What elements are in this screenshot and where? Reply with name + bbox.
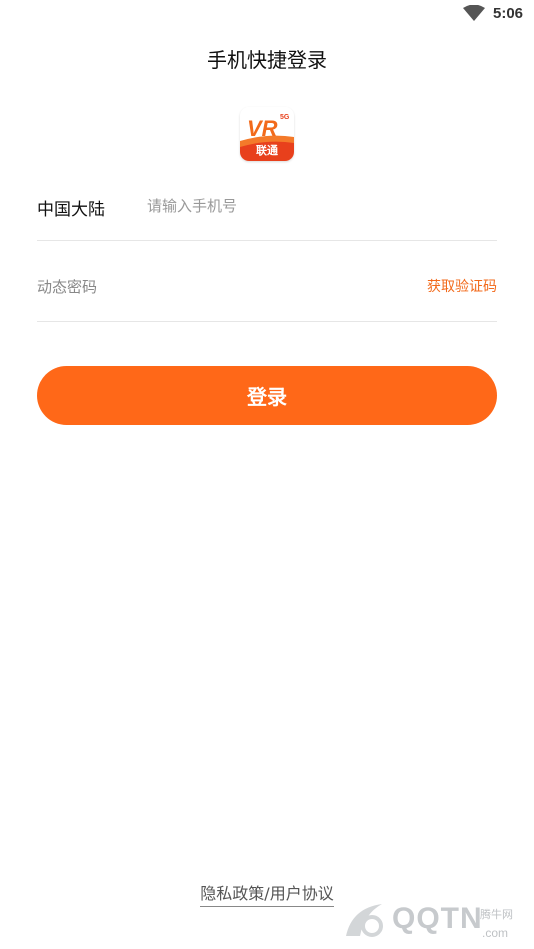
code-row: 获取验证码: [37, 261, 497, 322]
watermark-domain: .com: [482, 926, 509, 940]
watermark-logo-icon: [346, 904, 383, 937]
status-bar: 5:06: [0, 0, 534, 30]
phone-row: 中国大陆: [37, 180, 497, 241]
status-time: 5:06: [493, 5, 524, 22]
watermark-text: QQTN: [392, 902, 483, 935]
logo-mark: VR: [247, 116, 278, 141]
app-logo-icon: VR 5G 联通: [240, 107, 294, 161]
code-input[interactable]: [37, 273, 337, 301]
watermark: QQTN 腾牛网 .com: [332, 896, 532, 946]
wifi-icon: [463, 5, 485, 21]
phone-input[interactable]: [147, 192, 487, 220]
logo-label: 联通: [256, 144, 278, 157]
get-code-button[interactable]: 获取验证码: [427, 276, 497, 296]
login-button[interactable]: 登录: [37, 366, 497, 425]
logo-badge: 5G: [280, 114, 290, 121]
privacy-agreement-link[interactable]: 隐私政策/用户协议: [200, 880, 334, 907]
page-title: 手机快捷登录: [207, 48, 327, 72]
region-selector[interactable]: 中国大陆: [37, 195, 105, 220]
watermark-sub: 腾牛网: [480, 908, 513, 921]
